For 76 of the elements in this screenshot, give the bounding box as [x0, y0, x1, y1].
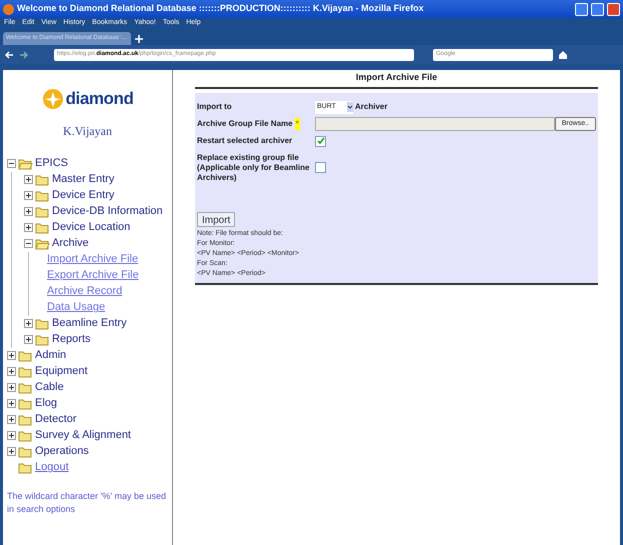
- collapse-icon[interactable]: [24, 239, 33, 248]
- form-title: Import Archive File: [195, 71, 598, 88]
- folder-icon: [18, 462, 33, 474]
- tree-item[interactable]: Detector: [35, 411, 77, 428]
- tree-item[interactable]: Admin: [35, 347, 66, 364]
- wildcard-note: The wildcard character '%' may be used in search options: [7, 490, 168, 516]
- folder-icon: [35, 190, 50, 202]
- expand-icon[interactable]: [7, 415, 16, 424]
- tree-item[interactable]: Survey & Alignment: [35, 427, 131, 444]
- folder-icon: [35, 206, 50, 218]
- folder-icon: [18, 366, 33, 378]
- checkbox[interactable]: [315, 136, 326, 146]
- dropdown-caret-icon: [347, 102, 353, 112]
- folder-icon: [18, 398, 33, 410]
- new-tab-icon[interactable]: [133, 33, 145, 45]
- tree-item[interactable]: Archive: [52, 235, 89, 252]
- expand-icon[interactable]: [24, 319, 33, 328]
- forward-arrow-icon[interactable]: [19, 50, 29, 60]
- field-label: Archive Group File Name: [197, 118, 293, 130]
- tree-item[interactable]: Master Entry: [52, 171, 114, 188]
- expand-icon[interactable]: [7, 351, 16, 360]
- window-title: Welcome to Diamond Relational Database :::::::PRODUCTION:::::::::: K.Vijayan - Mozilla Firefox: [17, 2, 425, 16]
- folder-icon: [35, 174, 50, 186]
- select-suffix: Archiver: [355, 101, 388, 113]
- tree-item[interactable]: Cable: [35, 379, 64, 396]
- tree-item[interactable]: Reports: [52, 331, 91, 348]
- expand-icon[interactable]: [24, 175, 33, 184]
- minimize-button[interactable]: [575, 2, 588, 16]
- close-button[interactable]: [607, 2, 620, 16]
- maximize-button[interactable]: [591, 2, 604, 16]
- folder-icon: [18, 350, 33, 362]
- tree-link[interactable]: Export Archive File: [47, 267, 139, 284]
- tree-link[interactable]: Archive Record: [47, 283, 122, 300]
- folder-icon: [18, 382, 33, 394]
- folder-icon: [35, 334, 50, 346]
- expand-icon[interactable]: [7, 431, 16, 440]
- tree-item[interactable]: Device-DB Information: [52, 203, 163, 220]
- folder-icon: [18, 446, 33, 458]
- field-label: Replace existing group file (Applicable only for Beamline Archivers): [197, 152, 310, 182]
- logo-text: diamond: [66, 88, 134, 110]
- folder-icon: [35, 318, 50, 330]
- expand-icon[interactable]: [7, 383, 16, 392]
- expand-icon[interactable]: [24, 223, 33, 232]
- folder-icon: [18, 414, 33, 426]
- expand-icon[interactable]: [24, 335, 33, 344]
- tree-item[interactable]: Device Location: [52, 219, 130, 236]
- browser-logo-icon: [3, 4, 14, 14]
- user-name: K.Vijayan: [62, 122, 113, 140]
- expand-icon[interactable]: [24, 191, 33, 200]
- back-arrow-icon[interactable]: [4, 50, 14, 60]
- expand-icon[interactable]: [7, 447, 16, 456]
- field-label: Restart selected archiver: [197, 135, 294, 147]
- expand-icon[interactable]: [7, 367, 16, 376]
- tree-item[interactable]: Beamline Entry: [52, 315, 127, 332]
- logout-link[interactable]: Logout: [35, 459, 69, 476]
- tree-item[interactable]: EPICS: [35, 155, 68, 172]
- folder-icon: [35, 238, 50, 250]
- home-icon[interactable]: [558, 50, 568, 60]
- tree-link[interactable]: Data Usage: [47, 299, 106, 316]
- tree-link[interactable]: Import Archive File: [47, 251, 138, 268]
- import-button[interactable]: Import: [197, 212, 236, 226]
- required-marker: *: [294, 118, 300, 130]
- folder-icon: [18, 430, 33, 442]
- folder-icon: [18, 158, 33, 170]
- file-path-field[interactable]: [315, 117, 555, 131]
- tree-item[interactable]: Device Entry: [52, 187, 114, 204]
- collapse-icon[interactable]: [7, 159, 16, 168]
- checkmark-icon: [316, 137, 324, 145]
- expand-icon[interactable]: [24, 207, 33, 216]
- tree-item[interactable]: Equipment: [35, 363, 88, 380]
- tree-item[interactable]: Elog: [35, 395, 58, 412]
- folder-icon: [35, 222, 50, 234]
- tree-item[interactable]: Operations: [35, 443, 89, 460]
- checkbox[interactable]: [315, 162, 326, 173]
- expand-icon[interactable]: [7, 399, 16, 408]
- field-label: Import to: [197, 101, 233, 113]
